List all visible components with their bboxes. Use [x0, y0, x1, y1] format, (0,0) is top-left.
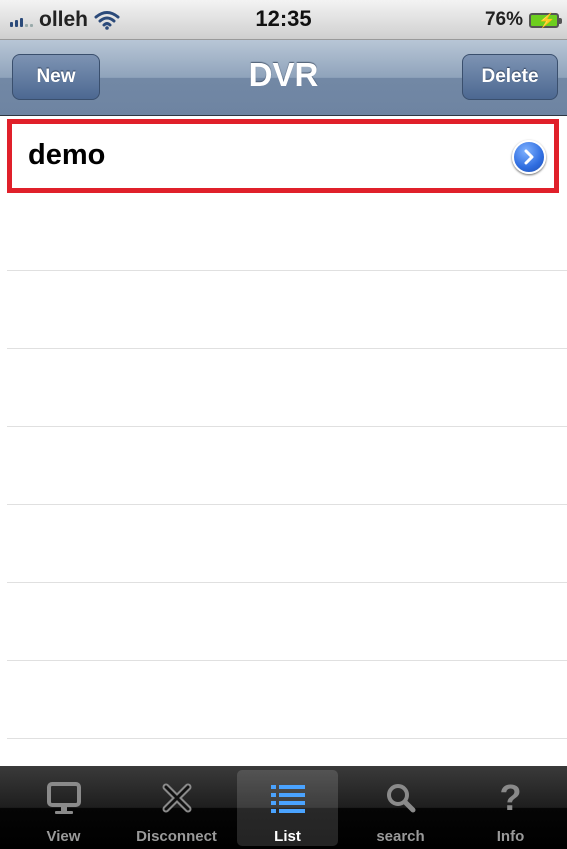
tab-list[interactable]: List [231, 766, 344, 849]
tab-label: Disconnect [136, 828, 217, 845]
row-separator [7, 504, 567, 505]
detail-disclosure-button[interactable] [512, 140, 546, 174]
tab-view[interactable]: View [7, 766, 120, 849]
tab-label: View [46, 828, 81, 845]
row-separator [7, 426, 567, 427]
navigation-bar: New DVR Delete [0, 40, 567, 116]
delete-button[interactable]: Delete [462, 54, 558, 100]
monitor-icon [45, 780, 83, 816]
question-icon: ? [499, 777, 522, 818]
tab-disconnect[interactable]: Disconnect [120, 766, 233, 849]
tab-label: Info [496, 828, 525, 845]
tab-bar: View Disconnect List search ? Info [0, 766, 567, 849]
row-separator [7, 660, 567, 661]
chevron-right-icon [524, 149, 534, 165]
tab-label: search [376, 828, 425, 845]
tab-label: List [274, 828, 301, 845]
battery-icon: ⚡ [529, 12, 562, 28]
disconnect-x-icon [159, 780, 195, 816]
row-separator [7, 270, 567, 271]
status-bar: olleh 12:35 76% ⚡ [0, 0, 567, 40]
list-item[interactable]: demo [7, 119, 559, 193]
app-screen: olleh 12:35 76% ⚡ New DVR Delete demo Vi… [0, 0, 567, 849]
search-icon [384, 780, 418, 816]
row-separator [7, 582, 567, 583]
battery-percent: 76% [484, 9, 523, 30]
list-icon [270, 780, 306, 816]
row-separator [7, 348, 567, 349]
tab-search[interactable]: search [344, 766, 457, 849]
list-item-label: demo [28, 139, 106, 171]
tab-info[interactable]: ? Info [454, 766, 567, 849]
row-separator [7, 738, 567, 739]
status-time: 12:35 [255, 6, 312, 31]
status-right: 76% ⚡ [484, 9, 562, 31]
dvr-list: demo [0, 116, 567, 766]
